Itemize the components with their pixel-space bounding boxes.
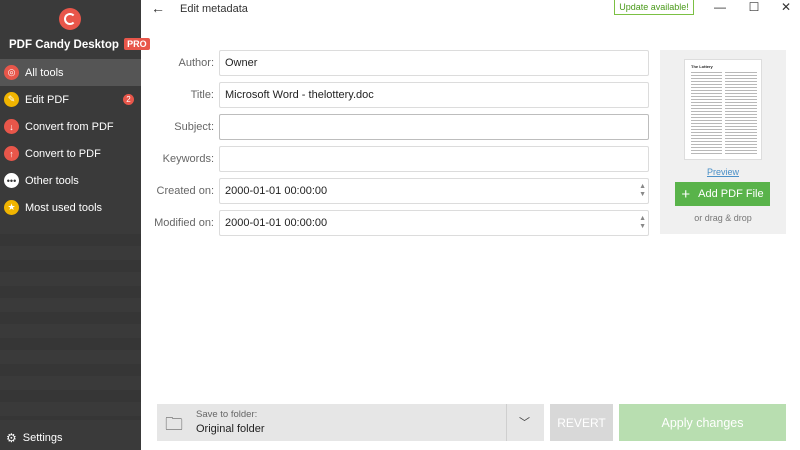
sidebar-item-edit-pdf[interactable]: ✎ Edit PDF 2 [0,86,141,113]
drag-drop-hint: or drag & drop [694,213,752,223]
minimize-icon: — [714,0,726,14]
chevron-down-icon[interactable]: ﹀ [519,414,530,430]
folder-icon: 🗀 [165,414,183,434]
add-pdf-file-label: Add PDF File [698,188,764,200]
sidebar-item-label: Convert to PDF [25,147,101,160]
file-preview-panel: The Lottery Preview + Add PDF File or dr… [660,50,786,234]
thumbnail-title: The Lottery [691,64,713,69]
star-icon: ★ [4,200,19,215]
spiral-icon: ◎ [4,65,19,80]
sidebar-item-convert-from-pdf[interactable]: ↓ Convert from PDF [0,113,141,140]
sidebar-item-most-used-tools[interactable]: ★ Most used tools [0,194,141,221]
app-logo: PDF Candy Desktop PRO [0,6,150,62]
arrow-left-icon: ← [151,0,165,16]
subject-input[interactable] [219,114,649,140]
page-title: Edit metadata [180,3,248,15]
sidebar-item-other-tools[interactable]: ••• Other tools [0,167,141,194]
title-row: Title: [150,82,650,108]
sidebar-item-convert-to-pdf[interactable]: ↑ Convert to PDF [0,140,141,167]
revert-button[interactable]: REVERT [550,404,613,441]
created-on-spinner[interactable]: ▲ ▼ [639,183,646,199]
maximize-icon: ☐ [748,0,760,14]
created-on-row: Created on: ▲▼ [150,178,650,204]
close-icon: ✕ [780,0,792,14]
keywords-label: Keywords: [162,153,214,165]
save-to-folder-label: Save to folder: [196,409,258,420]
app-name-text: PDF Candy Desktop [9,39,119,51]
add-pdf-file-button[interactable]: + Add PDF File [675,182,770,206]
pdf-thumbnail: The Lottery [684,59,762,160]
app-name: PDF Candy Desktop PRO [9,38,150,51]
pro-badge: PRO [124,38,150,50]
subject-label: Subject: [174,121,214,133]
notification-badge: 2 [123,94,134,105]
sidebar-item-label: Most used tools [25,201,103,214]
minimize-button[interactable]: — [710,0,730,14]
title-label: Title: [190,89,214,101]
sidebar-item-label: Convert from PDF [25,120,114,133]
keywords-row: Keywords: [150,146,650,172]
modified-on-input[interactable] [219,210,649,236]
preview-link[interactable]: Preview [660,167,786,177]
dots-icon: ••• [4,173,19,188]
created-on-input[interactable] [219,178,649,204]
sidebar-item-all-tools[interactable]: ◎ All tools [0,59,141,86]
modified-on-label: Modified on: [154,217,214,229]
update-available-button[interactable]: Update available! [614,0,694,15]
settings-label: Settings [22,432,63,444]
sidebar: PDF Candy Desktop PRO ◎ All tools ✎ Edit… [0,0,150,450]
modified-on-row: Modified on: ▲▼ [150,210,650,236]
sidebar-item-label: All tools [25,66,64,79]
author-row: Author: [150,50,650,76]
sidebar-item-label: Other tools [25,174,79,187]
pencil-icon: ✎ [4,92,19,107]
arrow-up-icon: ↑ [4,146,19,161]
thumbnail-column-gap [722,72,725,156]
created-on-label: Created on: [156,185,214,197]
apply-changes-button[interactable]: Apply changes [619,404,786,441]
dropdown-divider [506,404,507,441]
save-to-folder-dropdown[interactable]: 🗀 Save to folder: Original folder ﹀ [157,404,544,441]
pdf-candy-logo-icon [59,8,81,30]
author-input[interactable] [219,50,649,76]
sidebar-item-label: Edit PDF [25,93,70,106]
settings-button[interactable]: ⚙ Settings [6,431,63,445]
modified-on-spinner[interactable]: ▲ ▼ [639,215,646,231]
subject-row: Subject: [150,114,650,140]
save-to-folder-value: Original folder [196,423,265,435]
sidebar-nav: ◎ All tools ✎ Edit PDF 2 ↓ Convert from … [0,59,141,221]
sidebar-background [0,220,141,420]
title-input[interactable] [219,82,649,108]
arrow-down-icon: ↓ [4,119,19,134]
back-button[interactable]: ← [151,0,165,16]
author-label: Author: [178,57,214,69]
gear-icon: ⚙ [6,431,17,445]
close-button[interactable]: ✕ [776,0,796,14]
maximize-button[interactable]: ☐ [744,0,764,14]
plus-icon: + [681,185,691,203]
keywords-input[interactable] [219,146,649,172]
